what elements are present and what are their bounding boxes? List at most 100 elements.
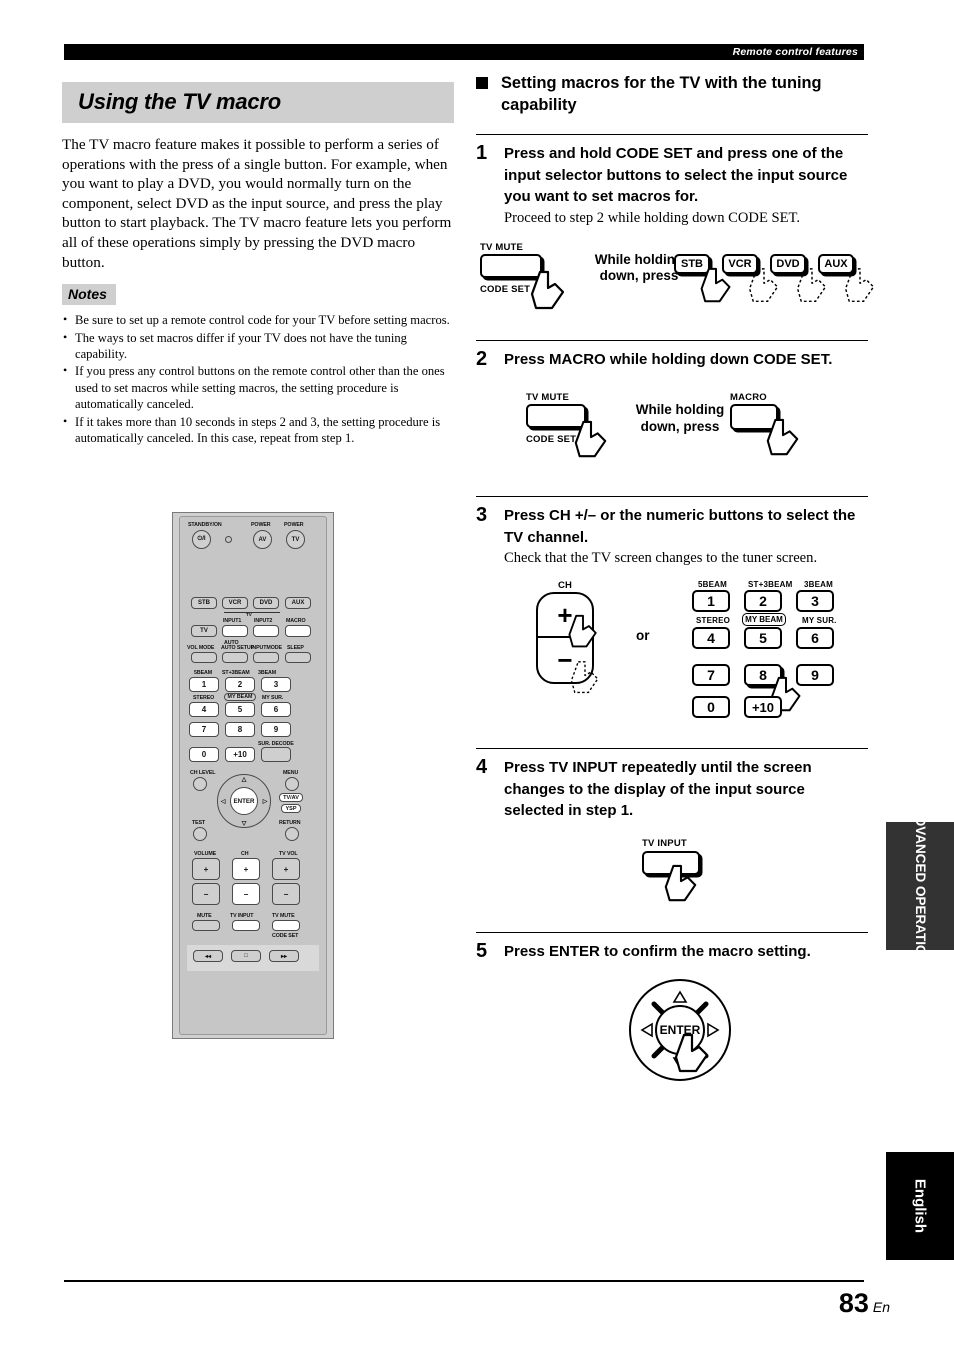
remote-tv-mute-button[interactable]: [272, 920, 300, 931]
fig3-key-7-label: 7: [707, 667, 715, 683]
remote-sleep-button[interactable]: [285, 652, 311, 663]
remote-menu-button[interactable]: [285, 777, 299, 791]
remote-num-plus10-label: +10: [233, 750, 247, 759]
remote-tv-input-label: TV INPUT: [230, 913, 254, 919]
intro-paragraph: The TV macro feature makes it possible t…: [62, 136, 452, 271]
remote-st3beam-label: ST+3BEAM: [222, 670, 250, 676]
notes-heading: Notes: [62, 284, 116, 306]
rewind-icon: ◂◂: [204, 953, 212, 960]
left-arrow-icon[interactable]: ◁: [218, 797, 228, 805]
remote-inputmode-label: INPUTMODE: [251, 645, 282, 651]
step-4-number: 4: [476, 756, 488, 778]
remote-num-0-label: 0: [201, 750, 207, 759]
figure-step-3: CH + − or 5BEAM ST+3BEAM 3BEAM 1 2 3 STE…: [476, 580, 868, 730]
fig3-key-2-label: 2: [759, 593, 767, 609]
fig3-key-4-label: 4: [707, 630, 715, 646]
fast-forward-icon: ▸▸: [280, 953, 288, 960]
fig3-my-sur-label: MY SUR.: [802, 616, 837, 625]
down-arrow-icon[interactable]: ▽: [237, 819, 251, 827]
fig4-tv-input-label: TV INPUT: [642, 837, 687, 849]
remote-input2-button[interactable]: [253, 625, 279, 637]
remote-return-button[interactable]: [285, 827, 299, 841]
page-title: Using the TV macro: [78, 89, 281, 114]
remote-num-7-label: 7: [201, 725, 207, 734]
remote-vol-mode-button[interactable]: [191, 652, 217, 663]
step-2-number: 2: [476, 347, 488, 370]
fig3-key-0-label: 0: [707, 699, 715, 715]
up-arrow-icon[interactable]: △: [237, 775, 251, 783]
notes-list: Be sure to set up a remote control code …: [62, 311, 454, 447]
remote-power-av-text: AV: [258, 536, 267, 543]
remote-volume-down-label: −: [203, 889, 209, 899]
bullet-square-icon: [476, 77, 488, 89]
section-tab-advanced-operation: ADVANCED OPERATION: [886, 807, 954, 965]
remote-menu-label: MENU: [283, 770, 299, 776]
remote-mute-button[interactable]: [192, 920, 220, 931]
running-header-bar: Remote control features: [64, 44, 864, 60]
hand-pointer-icon: [766, 418, 799, 456]
step-1: 1 Press and hold CODE SET and press one …: [476, 134, 875, 322]
fig3-5beam-label: 5BEAM: [698, 580, 728, 589]
list-item: If it takes more than 10 seconds in step…: [62, 413, 454, 447]
fig3-my-beam-label: MY BEAM: [745, 615, 783, 624]
right-arrow-icon[interactable]: ▷: [260, 797, 270, 805]
remote-num-2-label: 2: [237, 680, 243, 689]
fig1-tv-mute-label: TV MUTE: [480, 241, 524, 253]
remote-power-tv-label: POWER: [284, 522, 304, 528]
remote-vol-mode-label: VOL MODE: [187, 645, 215, 651]
remote-num-3-label: 3: [273, 680, 279, 689]
remote-volume-label: VOLUME: [194, 851, 217, 857]
step-5-number: 5: [476, 939, 488, 962]
hand-pointer-icon: [664, 864, 697, 901]
figure-step-5: ENTER: [476, 978, 868, 1088]
figure-step-4: TV INPUT: [476, 838, 868, 914]
fig2-tv-mute-label: TV MUTE: [526, 392, 570, 403]
remote-tv-input-button[interactable]: [232, 920, 260, 931]
remote-input1-button[interactable]: [222, 625, 248, 637]
list-item: If you press any control buttons on the …: [62, 362, 454, 412]
remote-stereo-label: STEREO: [193, 695, 215, 701]
fig1-hold-line2: down, press: [599, 268, 679, 283]
remote-inputmode-button[interactable]: [253, 652, 279, 663]
page-number-block: 83 En: [839, 1288, 890, 1319]
remote-enter-label: ENTER: [233, 797, 255, 805]
fig3-stereo-label: STEREO: [696, 616, 731, 625]
remote-sur-decode-button[interactable]: [261, 747, 291, 762]
fig2-hold-line2: down, press: [640, 418, 720, 434]
hand-pointer-icon: [674, 1033, 709, 1073]
remote-my-beam-label: MY BEAM: [227, 694, 253, 700]
step-4-instruction: Press TV INPUT repeatedly until the scre…: [504, 759, 812, 819]
remote-num-8-label: 8: [237, 725, 243, 734]
remote-num-1-label: 1: [201, 680, 207, 689]
language-tab-label: English: [911, 1178, 929, 1234]
footer-rule: [64, 1280, 864, 1282]
fig3-key-1-label: 1: [707, 593, 715, 609]
remote-ch-level-button[interactable]: [193, 777, 207, 791]
fig2-macro-label: MACRO: [730, 392, 767, 403]
remote-macro-button[interactable]: [285, 625, 311, 637]
step-3-instruction: Press CH +/– or the numeric buttons to s…: [504, 507, 856, 546]
fig2-code-set-label: CODE SET: [526, 434, 577, 445]
step-4: 4 Press TV INPUT repeatedly until the sc…: [476, 748, 868, 914]
step-5-instruction: Press ENTER to confirm the macro setting…: [504, 942, 811, 960]
remote-indicator-led: [225, 536, 232, 543]
remote-standby-glyph: ⏻/I: [197, 536, 206, 542]
fig3-key-5-label: 5: [759, 630, 767, 646]
fig3-key-3-label: 3: [811, 593, 819, 609]
remote-standby-label: STANDBY/ON: [188, 522, 222, 528]
section-tab-advanced-label: ADVANCED OPERATION: [913, 806, 928, 966]
remote-3beam-label: 3BEAM: [258, 670, 277, 676]
remote-control-illustration: STANDBY/ON ⏻/I POWER AV POWER TV STB VCR…: [172, 512, 334, 1039]
fig3-st3beam-label: ST+3BEAM: [748, 580, 793, 589]
fig3-or-text: or: [636, 628, 650, 643]
fig3-key-plus10-label: +10: [751, 699, 775, 715]
remote-test-button[interactable]: [193, 827, 207, 841]
remote-tv-small-label: TV: [246, 612, 252, 617]
remote-face: STANDBY/ON ⏻/I POWER AV POWER TV STB VCR…: [179, 516, 327, 1035]
remote-input2-label: INPUT2: [254, 618, 273, 624]
figure-step-1: TV MUTE CODE SET While holding down, pre…: [476, 241, 875, 322]
remote-source-vcr-label: VCR: [228, 600, 242, 606]
remote-auto-setup-button[interactable]: [222, 652, 248, 663]
remote-ch-level-label: CH LEVEL: [190, 770, 216, 776]
remote-volume-up-label: +: [203, 864, 209, 874]
